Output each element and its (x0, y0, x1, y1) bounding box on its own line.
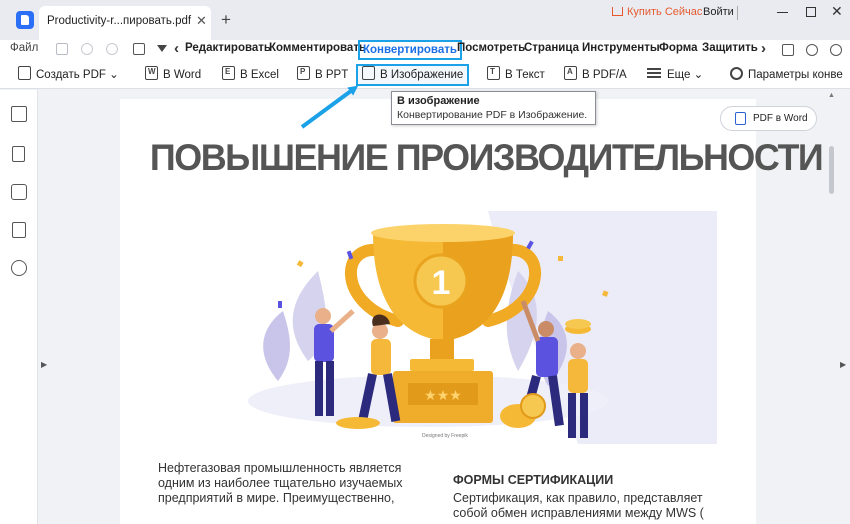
gear-icon (730, 67, 743, 80)
word-icon: W (145, 66, 158, 80)
vertical-scrollbar[interactable]: ▲ (826, 90, 838, 524)
attachment-icon[interactable] (12, 222, 26, 238)
more-label: Еще (667, 69, 691, 81)
minimize-icon[interactable] (777, 12, 788, 13)
trophy-illustration-svg: 1 ★★★ (248, 211, 717, 444)
menu-tools[interactable]: Инструменты (582, 42, 660, 54)
menu-comment[interactable]: Комментировать (269, 42, 366, 54)
svg-text:★★★: ★★★ (424, 387, 462, 403)
menu-page[interactable]: Страница (524, 42, 579, 54)
expand-right-icon[interactable]: ▶ (840, 360, 846, 369)
save-icon[interactable] (56, 43, 68, 55)
menu-file[interactable]: Файл (10, 42, 38, 54)
scroll-up-icon[interactable]: ▲ (828, 92, 835, 99)
convert-settings-button[interactable]: Параметры конве (730, 66, 843, 84)
scroll-thumb[interactable] (829, 146, 834, 194)
to-ppt-button[interactable]: P В PPT (297, 66, 348, 84)
to-word-label: В Word (163, 69, 202, 81)
trophy-number: 1 (432, 264, 451, 302)
buy-now-button[interactable]: Купить Сейчас (612, 6, 702, 18)
redo-icon[interactable] (106, 43, 118, 55)
tooltip-description: Конвертирование PDF в Изображение. (397, 109, 588, 121)
new-tab-button[interactable]: + (221, 11, 231, 28)
to-word-button[interactable]: W В Word (145, 66, 201, 84)
bookmark-icon[interactable] (12, 146, 25, 162)
document-tab[interactable]: Productivity-r...пировать.pdf ✕ (39, 6, 211, 40)
thumbnails-icon[interactable] (11, 106, 27, 122)
image-icon (362, 66, 375, 80)
more-icon (647, 68, 661, 78)
right-column-heading: ФОРМЫ СЕРТИФИКАЦИИ (453, 473, 614, 487)
to-excel-button[interactable]: E В Excel (222, 66, 279, 84)
left-column-text: Нефтегазовая промышленность является одн… (158, 461, 403, 505)
to-text-label: В Текст (505, 69, 545, 81)
dropdown-icon[interactable] (157, 45, 167, 52)
to-pdfa-label: В PDF/A (582, 69, 627, 81)
print-icon[interactable] (133, 43, 145, 55)
to-excel-label: В Excel (240, 69, 279, 81)
text-icon: T (487, 66, 500, 80)
word-icon (735, 112, 746, 125)
pdfa-icon: A (564, 66, 577, 80)
menu-scroll-right[interactable]: › (761, 40, 766, 57)
login-button[interactable]: Войти (703, 6, 734, 18)
right-line-1: Сертификация, как правило, представляет (453, 491, 703, 505)
image-credit: Designed by Freepik (422, 433, 468, 439)
tab-close-icon[interactable]: ✕ (196, 13, 207, 29)
close-icon[interactable]: ✕ (831, 3, 843, 20)
ppt-icon: P (297, 66, 310, 80)
upload-icon[interactable] (806, 44, 818, 56)
title-bar: Productivity-r...пировать.pdf ✕ + Купить… (0, 0, 850, 40)
pdf-to-word-floating-button[interactable]: PDF в Word (720, 106, 817, 131)
divider (737, 6, 738, 20)
menu-bar: Файл ‹ Редактировать Комментировать Конв… (0, 40, 850, 61)
menu-form[interactable]: Форма (659, 42, 697, 54)
to-text-button[interactable]: T В Текст (487, 66, 545, 84)
trophy-illustration: 1 ★★★ Designed by Freepik (158, 211, 717, 444)
right-column-text: Сертификация, как правило, представляет … (453, 491, 723, 521)
pdf-to-word-label: PDF в Word (753, 113, 808, 124)
app-logo-icon (16, 11, 34, 29)
create-pdf-label: Создать PDF (36, 69, 106, 81)
tab-title: Productivity-r...пировать.pdf (47, 15, 192, 27)
to-image-label: В Изображение (380, 69, 464, 81)
pdf-page: ПОВЫШЕНИЕ ПРОИЗВОДИТЕЛЬНОСТИ 1 ★★★ Desig… (120, 99, 824, 524)
menu-protect[interactable]: Защитить (702, 42, 758, 54)
menu-scroll-left[interactable]: ‹ (174, 40, 179, 57)
undo-icon[interactable] (81, 43, 93, 55)
page-heading: ПОВЫШЕНИЕ ПРОИЗВОДИТЕЛЬНОСТИ (149, 137, 824, 178)
menu-edit[interactable]: Редактировать (185, 42, 271, 54)
buy-now-label: Купить Сейчас (627, 6, 703, 18)
search-icon[interactable] (11, 260, 27, 276)
tooltip-title: В изображение (397, 95, 480, 107)
maximize-icon[interactable] (806, 7, 816, 17)
left-sidebar (0, 90, 38, 524)
excel-icon: E (222, 66, 235, 80)
convert-settings-label: Параметры конве (748, 69, 843, 81)
share-icon[interactable] (830, 44, 842, 56)
menu-convert[interactable]: Конвертировать (358, 40, 462, 60)
create-pdf-button[interactable]: Создать PDF ⌄ (18, 66, 119, 84)
convert-toolbar: Создать PDF ⌄ W В Word E В Excel P В PPT В … (0, 61, 850, 89)
more-button[interactable]: Еще ⌄ (647, 66, 703, 84)
create-pdf-icon (18, 66, 31, 80)
to-image-tooltip: В изображение Конвертирование PDF в Изоб… (391, 91, 596, 125)
send-icon[interactable] (782, 44, 794, 56)
to-ppt-label: В PPT (315, 69, 349, 81)
comment-icon[interactable] (11, 184, 27, 200)
right-line-2: собой обмен исправлениями между MWS ( (453, 506, 704, 520)
to-image-button[interactable]: В Изображение (356, 64, 470, 86)
to-pdfa-button[interactable]: A В PDF/A (564, 66, 627, 84)
cart-icon (612, 7, 623, 16)
expand-left-icon[interactable]: ▶ (41, 360, 47, 369)
menu-view[interactable]: Посмотреть (457, 42, 525, 54)
